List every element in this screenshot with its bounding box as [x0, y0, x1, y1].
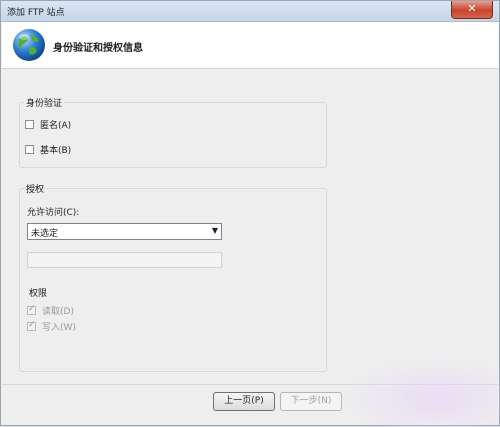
write-option: ✓ 写入(W): [27, 319, 76, 333]
close-icon: ✕: [467, 2, 477, 15]
basic-label: 基本(B): [40, 145, 72, 156]
user-names-input[interactable]: [27, 252, 222, 268]
title-bar: 添加 FTP 站点 ✕: [1, 1, 499, 22]
globe-icon: [13, 29, 45, 61]
previous-button[interactable]: 上一页(P): [213, 392, 275, 411]
authentication-group-label: 身份验证: [24, 96, 65, 109]
write-checkbox: ✓: [27, 319, 36, 331]
read-checkbox: ✓: [27, 303, 36, 315]
write-label: 写入(W): [42, 322, 76, 333]
authorization-group: 授权 允许访问(C): 未选定 ▼ 权限 ✓ 读取(D) ✓ 写入(W): [19, 182, 327, 372]
page-header: 身份验证和授权信息: [2, 22, 498, 69]
page-title: 身份验证和授权信息: [53, 43, 143, 54]
allow-access-label: 允许访问(C):: [27, 208, 80, 218]
authentication-group: 身份验证 匿名(A) 基本(B): [19, 96, 327, 168]
anonymous-option[interactable]: 匿名(A): [25, 118, 72, 131]
chevron-down-icon: ▼: [211, 226, 218, 235]
close-button[interactable]: ✕: [451, 1, 493, 19]
anonymous-label: 匿名(A): [40, 120, 72, 131]
basic-checkbox[interactable]: [25, 144, 34, 154]
permissions-label: 权限: [29, 289, 48, 299]
next-button[interactable]: 下一步(N): [280, 392, 342, 411]
read-option: ✓ 读取(D): [27, 303, 74, 317]
allow-access-value: 未选定: [31, 229, 59, 239]
window-title: 添加 FTP 站点: [7, 8, 65, 18]
background-glow: [341, 356, 500, 427]
footer-divider: [2, 384, 498, 385]
checkmark-icon: ✓: [28, 319, 36, 330]
authorization-group-label: 授权: [24, 182, 47, 195]
allow-access-dropdown[interactable]: 未选定 ▼: [27, 223, 222, 240]
read-label: 读取(D): [42, 306, 74, 317]
basic-option[interactable]: 基本(B): [25, 143, 72, 156]
dialog-window: 添加 FTP 站点 ✕ 身份验证和授权信息 身份验证 匿名(A) 基本(B) 授…: [0, 0, 500, 427]
checkmark-icon: ✓: [28, 303, 36, 314]
anonymous-checkbox[interactable]: [25, 119, 34, 129]
